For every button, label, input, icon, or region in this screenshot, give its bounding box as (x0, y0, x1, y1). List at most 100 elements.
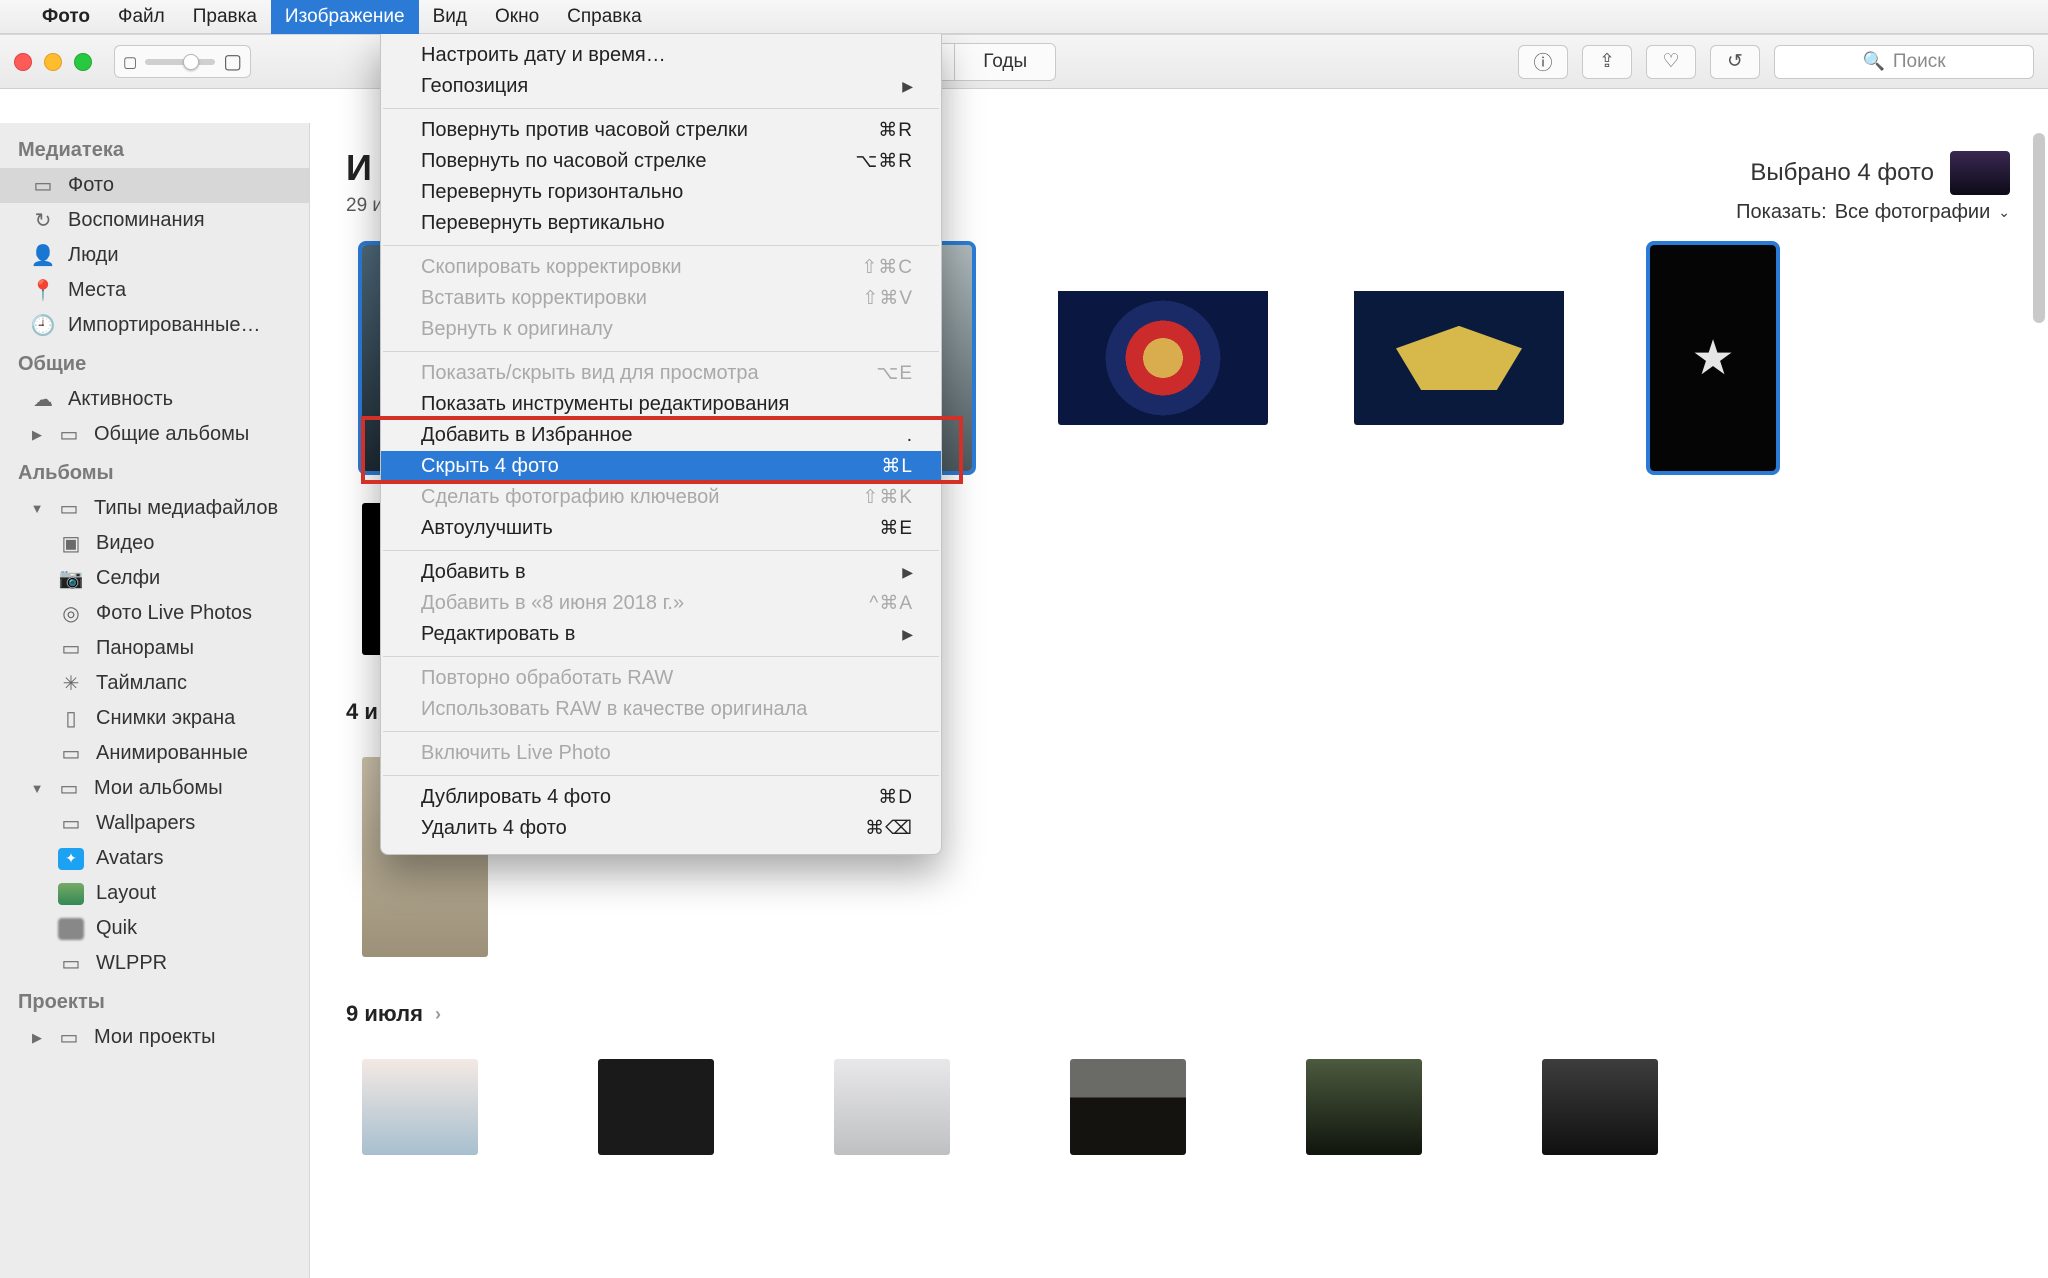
sidebar-item-wallpapers[interactable]: ▭Wallpapers (0, 806, 309, 841)
chevron-right-icon: ▶ (902, 564, 913, 581)
menu-edit[interactable]: Правка (179, 0, 271, 34)
mi-geolocation[interactable]: Геопозиция▶ (381, 71, 941, 102)
menu-separator (383, 245, 939, 246)
mi-rotate-ccw[interactable]: Повернуть против часовой стрелки⌘R (381, 115, 941, 146)
zoom-button[interactable] (74, 53, 92, 71)
selfie-icon: 📷 (58, 568, 84, 590)
live-icon: ◎ (58, 603, 84, 625)
image-menu-dropdown: Настроить дату и время… Геопозиция▶ Пове… (380, 34, 942, 855)
photo-thumb[interactable] (1650, 245, 1776, 471)
section-date-3[interactable]: 9 июля › (310, 989, 2048, 1027)
photo-thumb[interactable] (1542, 1059, 1658, 1155)
mi-rotate-cw[interactable]: Повернуть по часовой стрелке⌥⌘R (381, 146, 941, 177)
selection-thumb (1950, 151, 2010, 195)
sidebar-item-media-types[interactable]: ▼▭Типы медиафайлов (0, 491, 309, 526)
mi-hide-photos[interactable]: Скрыть 4 фото⌘L (381, 451, 941, 482)
sidebar-item-layout[interactable]: Layout (0, 876, 309, 911)
sidebar-item-screenshots[interactable]: ▯Снимки экрана (0, 701, 309, 736)
mi-duplicate[interactable]: Дублировать 4 фото⌘D (381, 782, 941, 813)
share-button[interactable]: ⇪ (1582, 45, 1632, 79)
sidebar-item-my-albums[interactable]: ▼▭Мои альбомы (0, 771, 309, 806)
info-button[interactable]: ⓘ (1518, 45, 1568, 79)
filter-row[interactable]: Показать: Все фотографии ⌄ (1736, 201, 2010, 224)
mi-adjust-date[interactable]: Настроить дату и время… (381, 40, 941, 71)
mi-edit-in[interactable]: Редактировать в▶ (381, 619, 941, 650)
mi-show-edit-tools[interactable]: Показать инструменты редактирования (381, 389, 941, 420)
search-placeholder: Поиск (1893, 51, 1946, 73)
mi-paste-adjust: Вставить корректировки⇧⌘V (381, 283, 941, 314)
photo-thumb[interactable] (362, 1059, 478, 1155)
photos-icon: ▭ (30, 175, 56, 197)
search-field[interactable]: 🔍 Поиск (1774, 45, 2034, 79)
favorite-button[interactable]: ♡ (1646, 45, 1696, 79)
sidebar-item-panoramas[interactable]: ▭Панорамы (0, 631, 309, 666)
sidebar-item-videos[interactable]: ▣Видео (0, 526, 309, 561)
album-icon: ▭ (56, 1027, 82, 1049)
sidebar-item-selfies[interactable]: 📷Селфи (0, 561, 309, 596)
photo-thumb[interactable] (1354, 245, 1564, 425)
photo-thumb[interactable] (1058, 245, 1268, 425)
photos-window: ▢ ▢ нты Коллекции Годы ⓘ ⇪ ♡ ↺ 🔍 Поиск М… (0, 34, 2048, 1278)
photo-thumb[interactable] (1306, 1059, 1422, 1155)
scrollbar[interactable] (2033, 133, 2045, 323)
memories-icon: ↻ (30, 210, 56, 232)
mi-delete[interactable]: Удалить 4 фото⌘⌫ (381, 813, 941, 844)
app-name[interactable]: Фото (28, 0, 104, 34)
menu-help[interactable]: Справка (553, 0, 656, 34)
sidebar-item-people[interactable]: 👤Люди (0, 238, 309, 273)
disclosure-icon[interactable]: ▼ (30, 781, 44, 796)
rotate-button[interactable]: ↺ (1710, 45, 1760, 79)
photo-thumb[interactable] (598, 1059, 714, 1155)
mi-flip-h[interactable]: Перевернуть горизонтально (381, 177, 941, 208)
thumbnail-size-slider[interactable]: ▢ ▢ (114, 45, 251, 78)
minimize-button[interactable] (44, 53, 62, 71)
slider-knob[interactable] (183, 54, 199, 70)
chevron-right-icon: ▶ (902, 78, 913, 95)
sidebar-item-wlppr[interactable]: ▭WLPPR (0, 946, 309, 981)
mi-add-to[interactable]: Добавить в▶ (381, 557, 941, 588)
menu-window[interactable]: Окно (481, 0, 553, 34)
close-button[interactable] (14, 53, 32, 71)
photo-thumb[interactable] (834, 1059, 950, 1155)
macos-menubar: Фото Файл Правка Изображение Вид Окно Сп… (0, 0, 2048, 34)
sidebar-item-imports[interactable]: 🕘Импортированные… (0, 308, 309, 343)
sidebar-item-my-projects[interactable]: ▶▭Мои проекты (0, 1020, 309, 1055)
layout-icon (58, 883, 84, 905)
chevron-right-icon: › (435, 1004, 441, 1025)
menu-separator (383, 656, 939, 657)
sidebar-item-avatars[interactable]: ✦Avatars (0, 841, 309, 876)
sidebar-item-animated[interactable]: ▭Анимированные (0, 736, 309, 771)
mi-flip-v[interactable]: Перевернуть вертикально (381, 208, 941, 239)
mi-make-key: Сделать фотографию ключевой⇧⌘K (381, 482, 941, 513)
sidebar-item-photos[interactable]: ▭Фото (0, 168, 309, 203)
album-icon: ▭ (56, 424, 82, 446)
mi-reproc-raw: Повторно обработать RAW (381, 663, 941, 694)
menu-image[interactable]: Изображение (271, 0, 419, 34)
search-icon: 🔍 (1862, 51, 1884, 72)
sidebar-item-activity[interactable]: ☁︎Активность (0, 382, 309, 417)
disclosure-icon[interactable]: ▶ (30, 427, 44, 443)
menu-view[interactable]: Вид (419, 0, 481, 34)
sidebar-item-memories[interactable]: ↻Воспоминания (0, 203, 309, 238)
sidebar-item-quik[interactable]: Quik (0, 911, 309, 946)
sidebar-item-timelapse[interactable]: ✳︎Таймлапс (0, 666, 309, 701)
menu-file[interactable]: Файл (104, 0, 179, 34)
mi-auto-enhance[interactable]: Автоулучшить⌘E (381, 513, 941, 544)
sidebar-item-shared-albums[interactable]: ▶▭Общие альбомы (0, 417, 309, 452)
segment-years[interactable]: Годы (954, 44, 1055, 80)
window-toolbar: ▢ ▢ нты Коллекции Годы ⓘ ⇪ ♡ ↺ 🔍 Поиск (0, 35, 2048, 89)
avatars-icon: ✦ (58, 848, 84, 870)
sidebar-item-places[interactable]: 📍Места (0, 273, 309, 308)
disclosure-icon[interactable]: ▶ (30, 1030, 44, 1046)
cloud-icon: ☁︎ (30, 389, 56, 411)
heart-icon: ♡ (1662, 50, 1679, 73)
photo-thumb[interactable] (1070, 1059, 1186, 1155)
disclosure-icon[interactable]: ▼ (30, 501, 44, 516)
sidebar-item-live[interactable]: ◎Фото Live Photos (0, 596, 309, 631)
mi-add-favorite[interactable]: Добавить в Избранное. (381, 420, 941, 451)
quik-icon (58, 918, 84, 940)
album-icon: ▭ (56, 778, 82, 800)
mi-copy-adjust: Скопировать корректировки⇧⌘C (381, 252, 941, 283)
album-icon: ▭ (56, 498, 82, 520)
sb-heading-projects: Проекты (0, 981, 309, 1020)
